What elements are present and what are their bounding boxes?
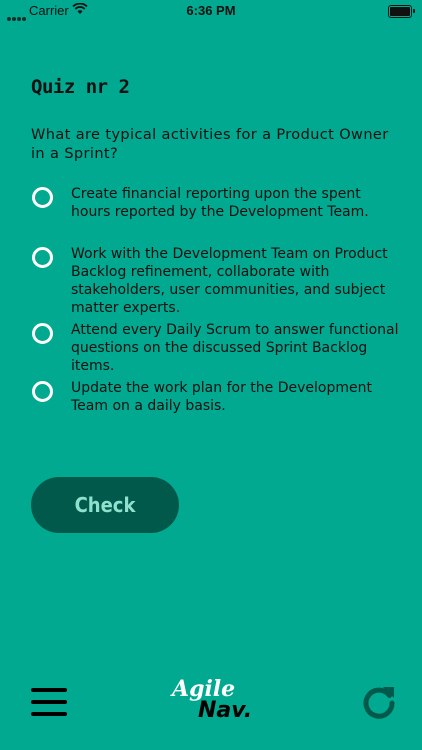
question-text: What are typical activities for a Produc… bbox=[31, 127, 389, 162]
option-text: Attend every Daily Scrum to answer funct… bbox=[71, 322, 399, 374]
answer-option-4[interactable]: Update the work plan for the Development… bbox=[31, 379, 401, 419]
radio-button[interactable] bbox=[32, 187, 53, 208]
refresh-icon[interactable] bbox=[360, 684, 398, 722]
hamburger-icon[interactable] bbox=[31, 686, 67, 718]
option-text: Create financial reporting upon the spen… bbox=[71, 186, 369, 220]
agile-nav-logo: Agile Nav. bbox=[170, 676, 260, 734]
status-time: 6:36 PM bbox=[186, 3, 236, 18]
radio-button[interactable] bbox=[32, 381, 53, 402]
answer-option-3[interactable]: Attend every Daily Scrum to answer funct… bbox=[31, 321, 401, 374]
radio-button[interactable] bbox=[32, 323, 53, 344]
status-bar: Carrier 6:36 PM bbox=[0, 0, 422, 22]
battery-icon bbox=[388, 5, 415, 18]
quiz-title: Quiz nr 2 bbox=[31, 76, 130, 98]
logo-line2: Nav. bbox=[198, 698, 253, 723]
option-text: Work with the Development Team on Produc… bbox=[71, 246, 388, 316]
option-text: Update the work plan for the Development… bbox=[71, 380, 372, 414]
answer-option-2[interactable]: Work with the Development Team on Produc… bbox=[31, 245, 401, 316]
check-button[interactable]: Check bbox=[31, 477, 179, 533]
answer-option-1[interactable]: Create financial reporting upon the spen… bbox=[31, 185, 401, 225]
radio-button[interactable] bbox=[32, 247, 53, 268]
